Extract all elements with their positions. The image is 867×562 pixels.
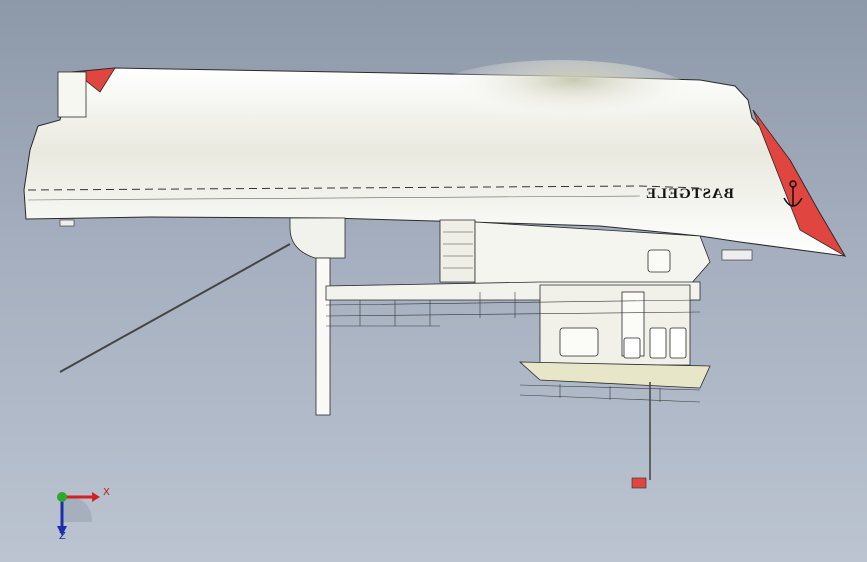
hull-name-text: BASTGELE bbox=[645, 186, 734, 202]
z-axis-label: Z bbox=[59, 531, 66, 542]
x-axis-label: X bbox=[103, 487, 110, 498]
superstructure bbox=[59, 217, 711, 489]
hull bbox=[23, 60, 847, 261]
orientation-triad bbox=[57, 492, 100, 536]
ship-model[interactable] bbox=[0, 0, 867, 562]
graphics-viewport[interactable]: BASTGELE X Z bbox=[0, 0, 867, 562]
